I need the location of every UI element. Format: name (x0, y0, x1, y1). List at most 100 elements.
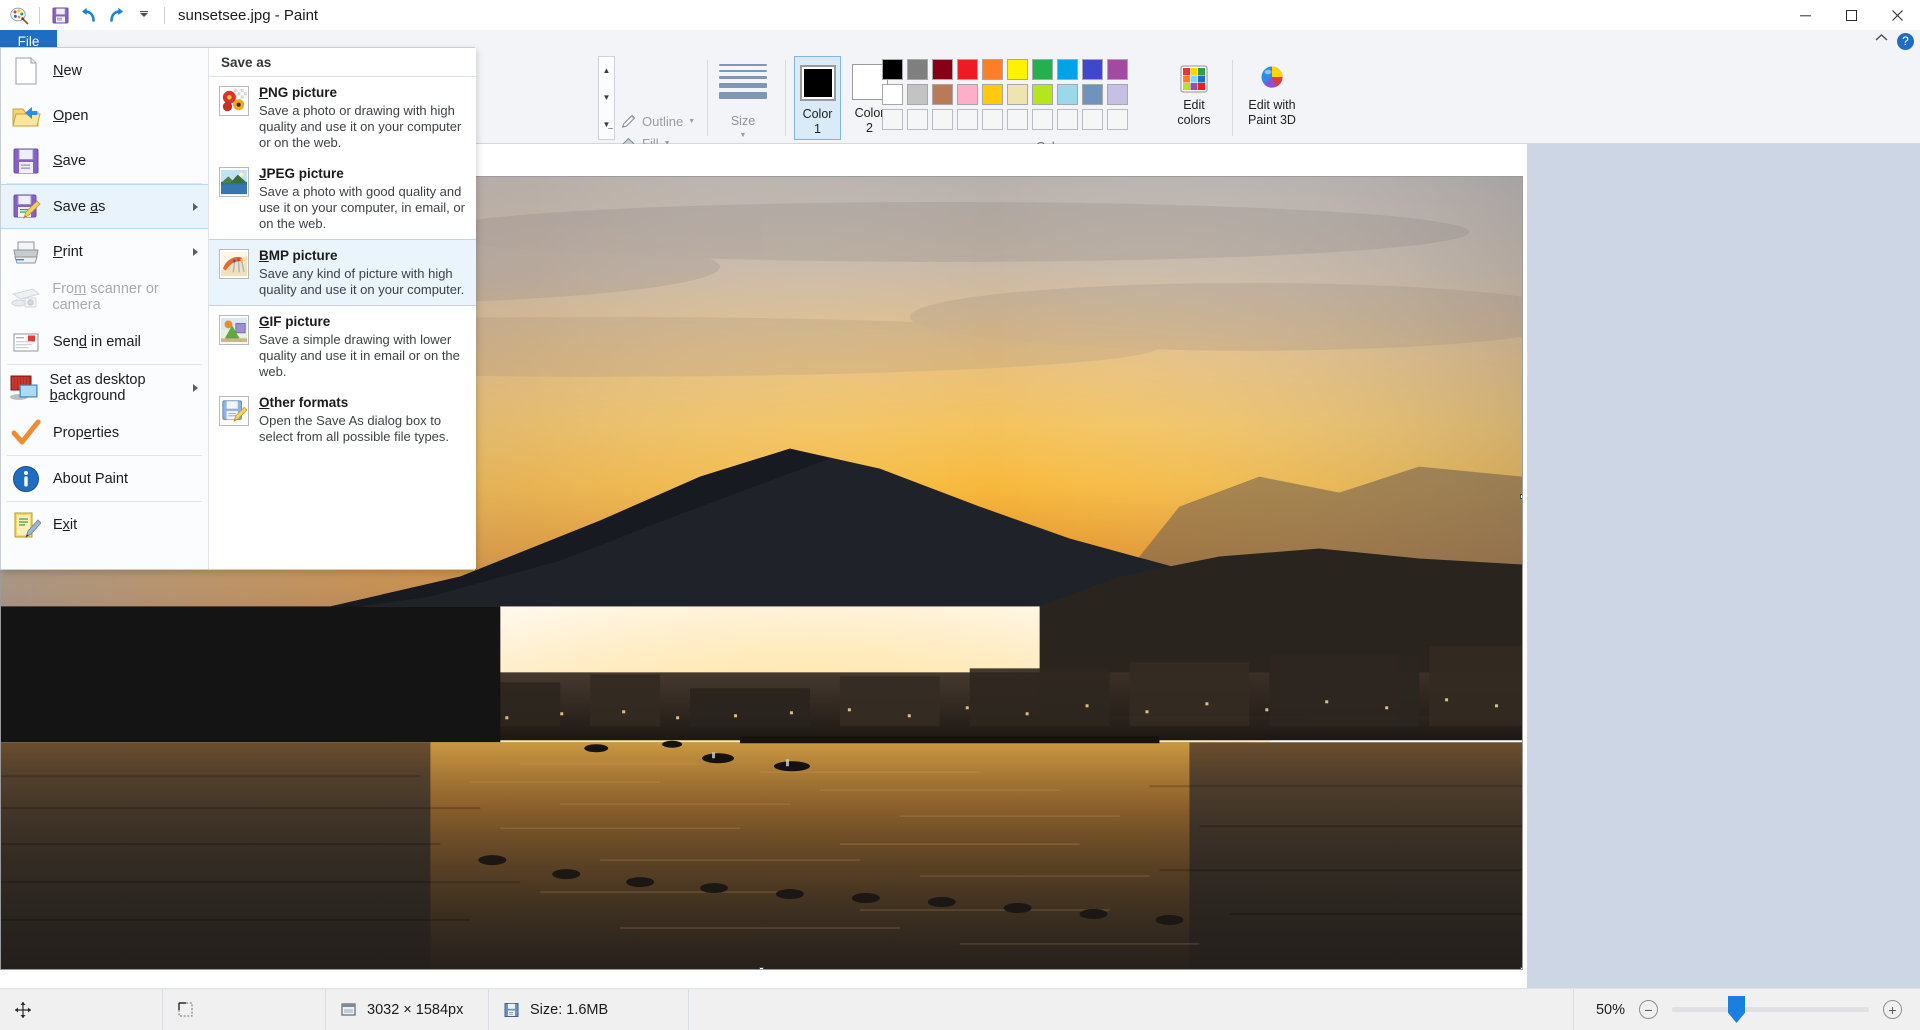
palette-swatch[interactable] (930, 82, 955, 107)
new-document-icon (11, 56, 41, 86)
zoom-controls: 50% − + (1573, 989, 1920, 1030)
shapes-scroll-down-icon[interactable]: ▼ (603, 94, 611, 102)
palette-swatch[interactable] (905, 57, 930, 82)
palette-swatch[interactable] (955, 82, 980, 107)
edit-with-paint3d-button[interactable]: Edit with Paint 3D (1240, 56, 1304, 140)
canvas-resize-handle-bottom[interactable] (759, 967, 764, 970)
save-as-option-description: Open the Save As dialog box to select fr… (259, 413, 466, 445)
save-as-option-other-formats[interactable]: Other formats Open the Save As dialog box… (209, 387, 476, 452)
help-icon[interactable]: ? (1897, 33, 1914, 50)
file-menu-item-save[interactable]: Save (1, 138, 208, 183)
file-menu-item-exit[interactable]: Exit (1, 502, 208, 547)
zoom-out-button[interactable]: − (1639, 1000, 1658, 1019)
palette-swatch[interactable] (1005, 57, 1030, 82)
paint3d-label-line1: Edit with (1248, 98, 1295, 112)
save-as-option-text: PNG pictureSave a photo or drawing with … (259, 84, 466, 151)
palette-swatch-color (982, 109, 1003, 130)
palette-swatch[interactable] (880, 57, 905, 82)
save-as-option-bmp-picture[interactable]: BMP pictureSave any kind of picture with… (209, 239, 476, 306)
shapes-scroll-up-icon[interactable]: ▲ (603, 67, 611, 75)
edit-colors-button[interactable]: Edit colors (1166, 56, 1222, 140)
paint-app-icon[interactable] (6, 2, 32, 28)
palette-swatch[interactable] (1030, 107, 1055, 132)
zoom-slider-thumb[interactable] (1728, 996, 1745, 1023)
canvas-resize-handle-right[interactable] (1520, 494, 1523, 499)
save-as-option-gif-picture[interactable]: GIF pictureSave a simple drawing with lo… (209, 306, 476, 387)
palette-swatch[interactable] (1055, 107, 1080, 132)
palette-swatch-color (1057, 109, 1078, 130)
palette-swatch[interactable] (1080, 57, 1105, 82)
jpeg-landscape-icon (219, 167, 249, 197)
palette-swatch[interactable] (1055, 57, 1080, 82)
file-menu-item-send-in-email[interactable]: Send in email (1, 319, 208, 364)
outline-button[interactable]: Outline ▼ (620, 110, 700, 132)
zoom-slider[interactable] (1672, 1007, 1869, 1012)
palette-swatch[interactable] (1030, 82, 1055, 107)
palette-swatch[interactable] (905, 82, 930, 107)
palette-swatch-color (1032, 109, 1053, 130)
canvas-resize-handle-corner[interactable] (1520, 967, 1523, 970)
palette-swatch[interactable] (1105, 107, 1130, 132)
palette-swatch[interactable] (980, 107, 1005, 132)
outline-chevron-down-icon[interactable]: ▼ (688, 118, 695, 125)
customize-qat-icon[interactable] (131, 2, 157, 28)
maximize-button[interactable] (1828, 0, 1874, 30)
ribbon-right-controls: ? (1874, 30, 1914, 52)
checkmark-icon (11, 418, 41, 448)
file-menu-item-set-as-desktop-background[interactable]: Set as desktop background (1, 365, 208, 410)
palette-swatch[interactable] (880, 82, 905, 107)
submenu-arrow-icon (193, 384, 198, 392)
save-as-option-description: Save a photo with good quality and use i… (259, 184, 466, 232)
file-menu-item-about-paint[interactable]: About Paint (1, 456, 208, 501)
close-button[interactable] (1874, 0, 1920, 30)
palette-swatch[interactable] (955, 107, 980, 132)
save-qat-icon[interactable] (47, 2, 73, 28)
palette-swatch[interactable] (980, 57, 1005, 82)
file-menu-item-new[interactable]: New (1, 48, 208, 93)
palette-swatch[interactable] (1055, 82, 1080, 107)
palette-swatch[interactable] (1080, 82, 1105, 107)
palette-swatch[interactable] (1105, 57, 1130, 82)
minimize-button[interactable] (1782, 0, 1828, 30)
palette-swatch[interactable] (1030, 57, 1055, 82)
palette-swatch[interactable] (1080, 107, 1105, 132)
file-menu-item-properties[interactable]: Properties (1, 410, 208, 455)
palette-swatch[interactable] (905, 107, 930, 132)
palette-swatch-color (1107, 59, 1128, 80)
palette-swatch[interactable] (1105, 82, 1130, 107)
collapse-ribbon-icon[interactable] (1874, 32, 1889, 50)
size-chevron-down-icon[interactable]: ▼ (714, 132, 772, 139)
palette-swatch[interactable] (930, 107, 955, 132)
file-menu-item-save-as[interactable]: Save as (1, 184, 208, 229)
palette-swatch[interactable] (1005, 107, 1030, 132)
file-menu-item-print[interactable]: Print (1, 229, 208, 274)
palette-swatch[interactable] (980, 82, 1005, 107)
image-dimensions-cell: 3032 × 1584px (326, 989, 489, 1030)
file-menu-label-new: New (53, 63, 82, 79)
palette-swatch-color (1057, 59, 1078, 80)
color-1-button[interactable]: Color 1 (794, 56, 841, 140)
palette-swatch-color (957, 109, 978, 130)
save-as-option-title: JPEG picture (259, 165, 466, 182)
exit-icon (9, 508, 43, 542)
save-as-option-jpeg-picture[interactable]: JPEG picture Save a photo with good quali… (209, 158, 476, 239)
palette-swatch-color (1107, 109, 1128, 130)
save-as-option-png-picture[interactable]: PNG pictureSave a photo or drawing with … (209, 77, 476, 158)
color-2-label-line2: 2 (866, 121, 873, 136)
palette-swatch[interactable] (930, 57, 955, 82)
palette-swatch[interactable] (880, 107, 905, 132)
shapes-scrollbar[interactable]: ▲ ▼ ▼̲ (598, 56, 615, 140)
zoom-in-button[interactable]: + (1883, 1000, 1902, 1019)
file-menu-label-about-paint: About Paint (53, 471, 128, 487)
save-as-option-title: Other formats (259, 394, 466, 411)
palette-swatch[interactable] (1005, 82, 1030, 107)
file-menu-item-open[interactable]: Open (1, 93, 208, 138)
palette-swatch[interactable] (955, 57, 980, 82)
undo-qat-icon[interactable] (75, 2, 101, 28)
size-button[interactable]: Size ▼ (714, 56, 772, 140)
image-dimensions-icon (340, 1001, 358, 1019)
shapes-expand-icon[interactable]: ▼̲ (603, 121, 611, 129)
redo-qat-icon[interactable] (103, 2, 129, 28)
size-preview-icon (719, 64, 767, 103)
png-flowers-icon (221, 88, 247, 114)
